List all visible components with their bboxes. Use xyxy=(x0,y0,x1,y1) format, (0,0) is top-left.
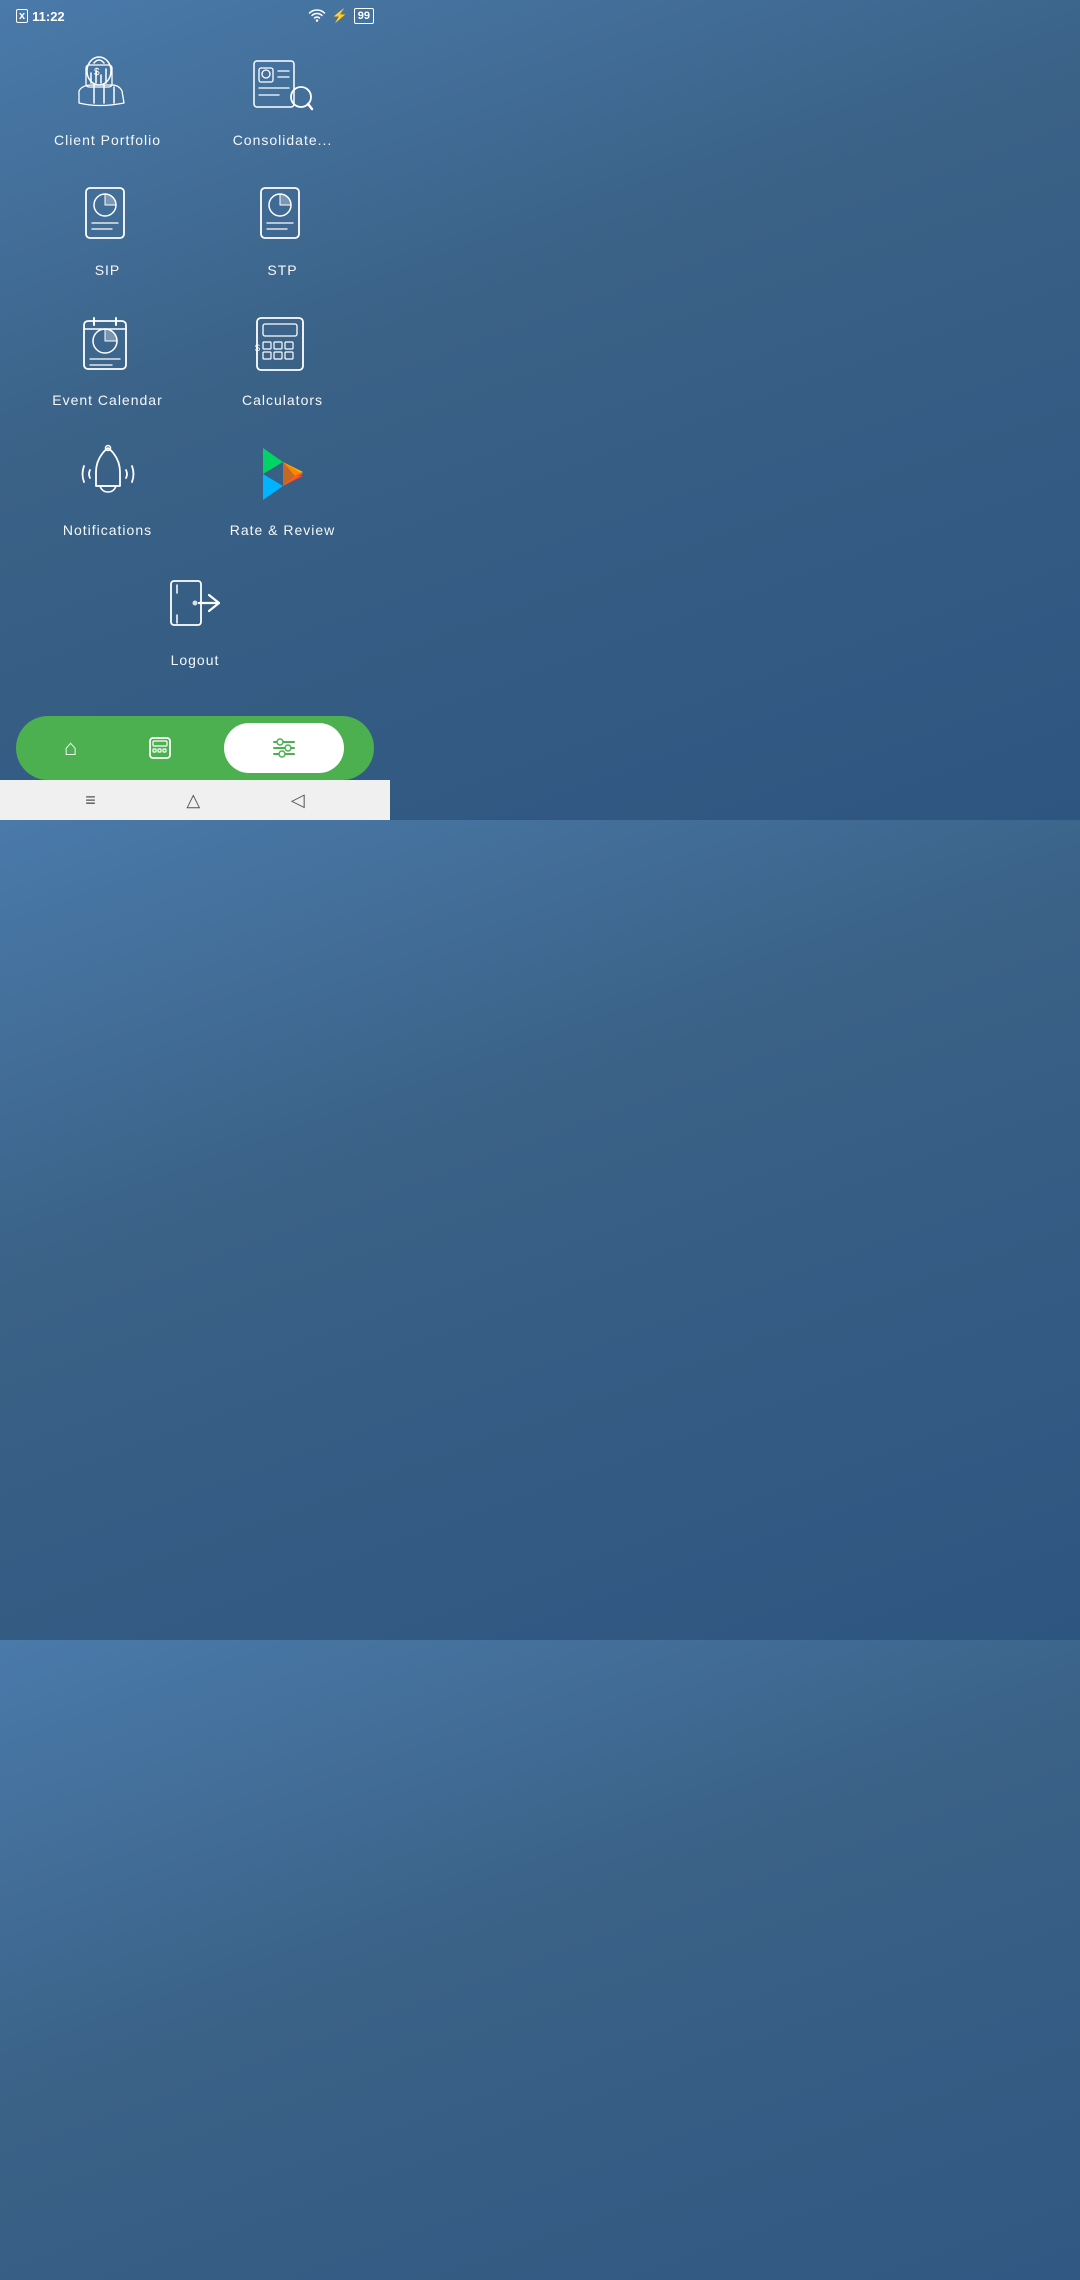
menu-item-event-calendar[interactable]: Event Calendar xyxy=(38,308,178,408)
menu-item-rate-review[interactable]: Rate & Review xyxy=(213,438,353,538)
time-display: 11:22 xyxy=(32,9,65,24)
svg-text:$: $ xyxy=(94,67,100,78)
calculators-icon: $ xyxy=(247,308,319,380)
menu-item-client-portfolio[interactable]: $ Client Portfolio xyxy=(38,48,178,148)
logout-label: Logout xyxy=(171,652,220,668)
consolidate-icon xyxy=(247,48,319,120)
nav-home-button[interactable]: ⌂ xyxy=(46,723,96,773)
charging-icon: ⚡ xyxy=(332,8,348,24)
client-portfolio-icon: $ xyxy=(72,48,144,120)
system-menu-button[interactable]: ≡ xyxy=(85,790,96,811)
battery-level: 99 xyxy=(354,8,374,24)
logout-section: Logout xyxy=(0,538,390,668)
notifications-label: Notifications xyxy=(63,522,152,538)
status-bar: x 11:22 ⚡ 99 xyxy=(0,0,390,28)
menu-item-calculators[interactable]: $ Calculators xyxy=(213,308,353,408)
rate-review-label: Rate & Review xyxy=(230,522,336,538)
menu-item-notifications[interactable]: Notifications xyxy=(38,438,178,538)
nav-settings-button[interactable] xyxy=(224,723,344,773)
client-portfolio-label: Client Portfolio xyxy=(54,132,161,148)
rate-review-icon xyxy=(247,438,319,510)
status-left: x 11:22 xyxy=(16,9,65,24)
stp-label: STP xyxy=(267,262,297,278)
system-nav-bar: ≡ △ ◁ xyxy=(0,780,390,820)
system-back-button[interactable]: ◁ xyxy=(291,790,305,811)
menu-item-sip[interactable]: SIP xyxy=(38,178,178,278)
nav-calculator-button[interactable] xyxy=(135,723,185,773)
calculator-nav-icon xyxy=(147,735,173,761)
system-home-button[interactable]: △ xyxy=(186,790,200,811)
event-calendar-label: Event Calendar xyxy=(52,392,163,408)
logout-icon xyxy=(159,568,231,640)
status-x-icon: x xyxy=(16,9,28,23)
battery-indicator: 99 xyxy=(354,8,374,24)
status-right: ⚡ 99 xyxy=(308,8,374,24)
settings-nav-icon xyxy=(270,734,298,762)
calculators-label: Calculators xyxy=(242,392,323,408)
menu-item-logout[interactable]: Logout xyxy=(125,568,265,668)
notifications-icon xyxy=(72,438,144,510)
home-nav-icon: ⌂ xyxy=(64,735,77,761)
event-calendar-icon xyxy=(72,308,144,380)
svg-text:$: $ xyxy=(255,343,260,353)
menu-item-consolidate[interactable]: Consolidate... xyxy=(213,48,353,148)
consolidate-label: Consolidate... xyxy=(233,132,333,148)
menu-item-stp[interactable]: STP xyxy=(213,178,353,278)
sip-icon xyxy=(72,178,144,250)
menu-grid: $ Client Portfolio xyxy=(0,28,390,538)
wifi-icon xyxy=(308,9,326,23)
sip-label: SIP xyxy=(95,262,121,278)
bottom-nav-bar: ⌂ xyxy=(16,716,374,780)
stp-icon xyxy=(247,178,319,250)
